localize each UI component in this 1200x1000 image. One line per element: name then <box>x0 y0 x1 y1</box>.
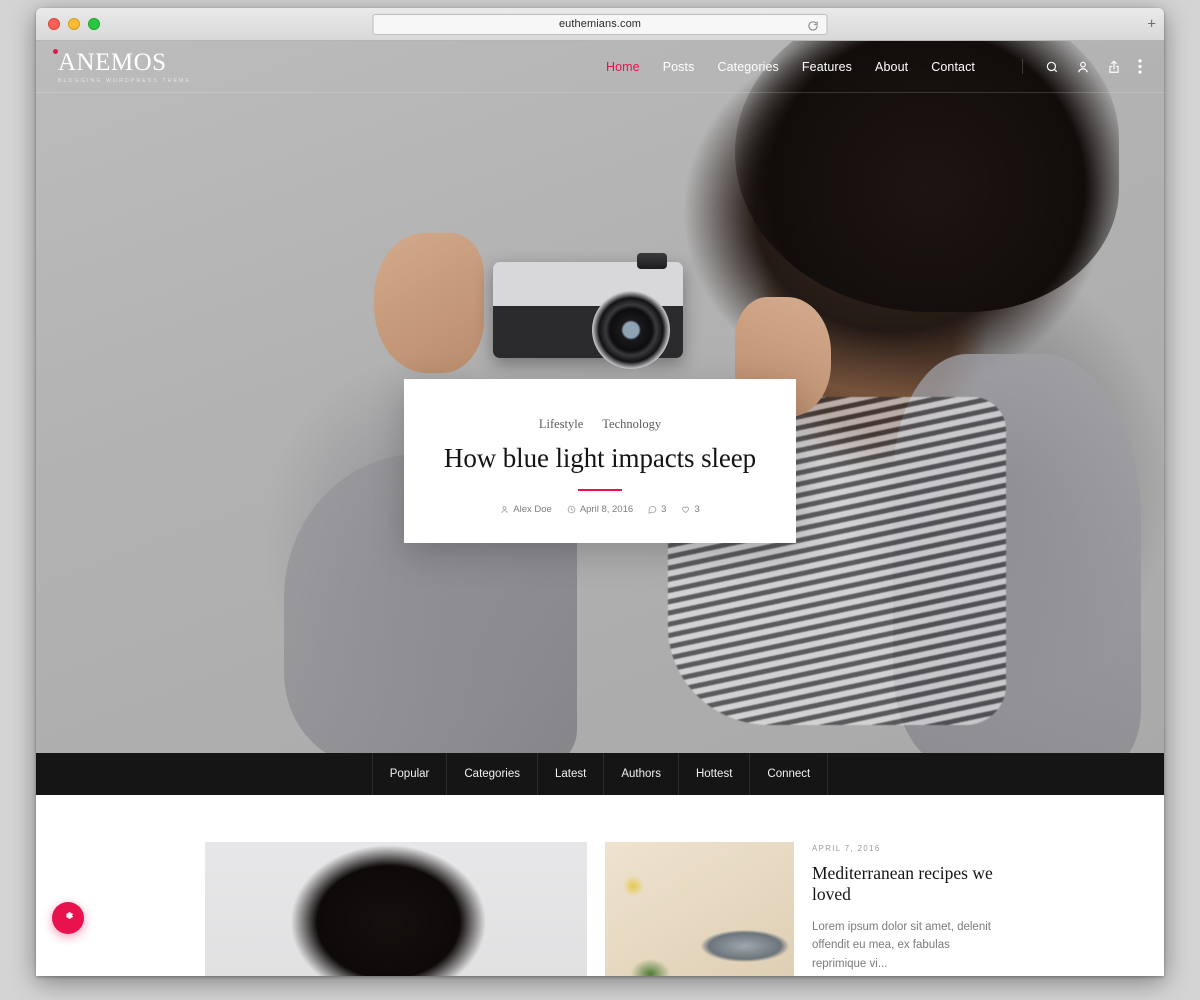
browser-titlebar: euthemians.com + <box>36 8 1164 41</box>
search-icon[interactable] <box>1045 60 1059 74</box>
hero-post-meta: Alex Doe April 8, 2016 3 3 <box>430 504 770 515</box>
logo-tagline: BLOGGING WORDPRESS THEME <box>58 77 192 84</box>
hero-category-lifestyle[interactable]: Lifestyle <box>539 417 583 432</box>
article-date: APRIL 7, 2016 <box>812 844 881 853</box>
tab-latest[interactable]: Latest <box>537 753 603 795</box>
hero-meta-comments[interactable]: 3 <box>648 504 666 515</box>
hero-category-list: Lifestyle Technology <box>430 417 770 432</box>
hero-meta-date: April 8, 2016 <box>567 504 633 515</box>
nav-item-posts[interactable]: Posts <box>663 60 695 74</box>
hero-meta-comment-count: 3 <box>661 503 667 515</box>
hero-post-title[interactable]: How blue light impacts sleep <box>430 443 770 475</box>
nav-item-about[interactable]: About <box>875 60 908 74</box>
tab-connect[interactable]: Connect <box>749 753 829 795</box>
hero-post-card[interactable]: Lifestyle Technology How blue light impa… <box>404 379 796 543</box>
tab-popular[interactable]: Popular <box>371 753 447 795</box>
url-text: euthemians.com <box>558 18 642 30</box>
hero-category-technology[interactable]: Technology <box>602 417 661 432</box>
maximize-window-button[interactable] <box>88 18 100 30</box>
hero-title-divider <box>578 488 622 491</box>
main-navigation: Home Posts Categories Features About Con… <box>606 59 1142 74</box>
hero-meta-like-count: 3 <box>694 503 700 515</box>
featured-article-image[interactable] <box>205 842 587 976</box>
browser-window: euthemians.com + ANEMOS BLOGGING WORDPRE… <box>36 8 1164 976</box>
logo-text: ANEMOS <box>52 48 191 75</box>
page-viewport: ANEMOS BLOGGING WORDPRESS THEME Home Pos… <box>36 41 1164 976</box>
hero-meta-date-value: April 8, 2016 <box>579 503 634 515</box>
reload-icon[interactable] <box>808 19 819 31</box>
article-list-item: APRIL 7, 2016 Mediterranean recipes we l… <box>605 842 995 976</box>
minimize-window-button[interactable] <box>68 18 80 30</box>
close-window-button[interactable] <box>48 18 60 30</box>
hero-meta-author[interactable]: Alex Doe <box>500 504 552 515</box>
more-vertical-icon[interactable] <box>1138 59 1142 74</box>
share-icon[interactable] <box>1107 59 1121 74</box>
article-grid: APRIL 7, 2016 Mediterranean recipes we l… <box>36 795 1164 976</box>
hero-meta-likes[interactable]: 3 <box>681 503 700 515</box>
nav-item-features[interactable]: Features <box>802 60 852 74</box>
site-logo[interactable]: ANEMOS BLOGGING WORDPRESS THEME <box>52 48 192 84</box>
hero-meta-author-name: Alex Doe <box>513 503 552 515</box>
tab-categories[interactable]: Categories <box>446 753 537 795</box>
hero-section: ANEMOS BLOGGING WORDPRESS THEME Home Pos… <box>36 41 1164 753</box>
article-thumbnail[interactable] <box>605 842 794 976</box>
tab-authors[interactable]: Authors <box>603 753 678 795</box>
secondary-tabbar: Popular Categories Latest Authors Hottes… <box>36 753 1164 795</box>
new-tab-button[interactable]: + <box>1147 17 1156 32</box>
article-title[interactable]: Mediterranean recipes we loved <box>812 863 995 906</box>
nav-item-contact[interactable]: Contact <box>931 60 975 74</box>
window-controls <box>48 18 100 30</box>
nav-item-home[interactable]: Home <box>606 60 640 74</box>
site-header: ANEMOS BLOGGING WORDPRESS THEME Home Pos… <box>36 41 1164 93</box>
article-excerpt: Lorem ipsum dolor sit amet, delenit offe… <box>812 920 991 970</box>
tab-hottest[interactable]: Hottest <box>677 753 749 795</box>
settings-fab-button[interactable] <box>52 902 84 934</box>
hero-photo-left-hand <box>374 233 485 374</box>
hero-photo-camera <box>492 252 683 369</box>
user-icon[interactable] <box>1076 60 1090 74</box>
address-bar[interactable]: euthemians.com <box>372 13 828 35</box>
nav-item-categories[interactable]: Categories <box>717 60 778 74</box>
header-icon-group <box>1022 59 1142 74</box>
gear-icon <box>62 909 75 927</box>
article-content: APRIL 7, 2016 Mediterranean recipes we l… <box>812 842 995 976</box>
